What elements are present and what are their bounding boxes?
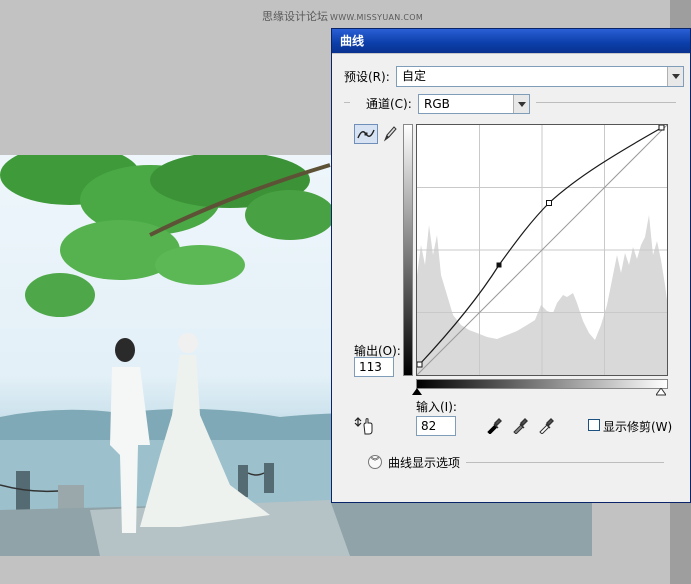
curve-point-tool-button[interactable] [354, 124, 378, 144]
input-field[interactable]: 82 [416, 416, 456, 436]
dialog-content: 预设(R): 自定 通道(C): RGB 输出(O): 113 输入(I): 8… [332, 53, 690, 502]
hand-adjust-icon[interactable] [354, 416, 376, 436]
dialog-title[interactable]: 曲线 [332, 29, 690, 53]
curve-point-white [658, 124, 665, 131]
preset-label: 预设(R): [344, 70, 390, 84]
channel-select[interactable]: RGB [418, 94, 530, 114]
watermark-url: WWW.MISSYUAN.COM [330, 13, 424, 22]
eyedropper-black-icon[interactable] [486, 418, 502, 434]
show-clipping-checkbox[interactable] [588, 419, 600, 431]
preset-select[interactable]: 自定 [396, 66, 684, 87]
channel-value: RGB [424, 97, 450, 111]
curves-graph-svg[interactable] [416, 124, 668, 376]
curves-graph[interactable] [416, 124, 668, 376]
curve-point-selected [496, 262, 502, 268]
group-border-right [536, 102, 676, 103]
eyedropper-white-icon[interactable] [538, 418, 554, 434]
curve-point-highlight [546, 200, 552, 206]
input-gradient-bar [416, 379, 668, 389]
pencil-tool-button[interactable] [381, 124, 399, 144]
chevron-down-icon[interactable] [667, 67, 683, 86]
output-field[interactable]: 113 [354, 357, 394, 377]
show-clipping-label[interactable]: 显示修剪(W) [603, 418, 672, 435]
options-divider [466, 462, 664, 463]
chevron-down-icon[interactable] [513, 95, 529, 113]
curve-display-options-label[interactable]: 曲线显示选项 [388, 454, 460, 471]
output-gradient-bar [403, 124, 413, 376]
curves-dialog: 曲线 预设(R): 自定 通道(C): RGB 输出(O): 113 输入(I)… [331, 28, 691, 503]
pencil-icon [383, 126, 397, 142]
double-chevron-down-icon[interactable]: ︾ [368, 455, 382, 469]
eyedropper-gray-icon[interactable] [512, 418, 528, 434]
white-point-slider[interactable] [656, 388, 666, 396]
input-label: 输入(I): [416, 400, 457, 414]
preset-value: 自定 [402, 69, 427, 83]
watermark: 思缘设计论坛 WWW.MISSYUAN.COM [262, 8, 423, 24]
curve-point-icon [357, 129, 375, 139]
group-border-left [344, 102, 350, 103]
channel-label: 通道(C): [366, 97, 412, 111]
watermark-site: 思缘设计论坛 [262, 10, 328, 23]
curve-point-black [416, 361, 423, 368]
black-point-slider[interactable] [412, 388, 422, 396]
